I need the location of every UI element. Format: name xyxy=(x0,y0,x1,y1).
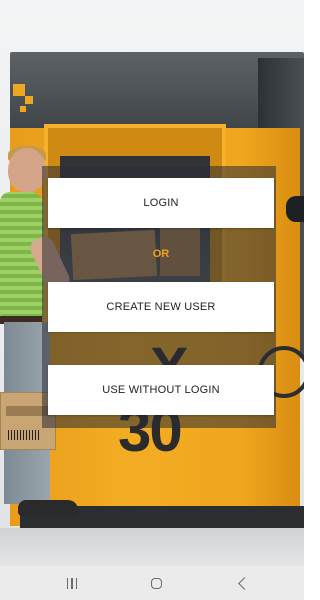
create-new-user-button[interactable]: CREATE NEW USER xyxy=(48,282,274,332)
or-divider-label: OR xyxy=(152,248,170,260)
login-button[interactable]: LOGIN xyxy=(48,178,274,228)
recents-icon xyxy=(66,577,78,589)
home-icon xyxy=(150,577,162,589)
recents-button[interactable] xyxy=(52,572,92,594)
worker-shoe xyxy=(18,500,78,516)
brand-logo-square xyxy=(20,106,26,112)
brand-logo-square xyxy=(25,96,33,104)
control-knob xyxy=(286,196,304,222)
home-button[interactable] xyxy=(136,572,176,594)
brand-logo-square xyxy=(13,84,25,96)
back-icon xyxy=(237,576,251,590)
use-without-login-button[interactable]: USE WITHOUT LOGIN xyxy=(48,365,274,415)
back-button[interactable] xyxy=(222,572,262,594)
barcode-icon xyxy=(8,430,40,440)
worker-head xyxy=(8,148,46,192)
floor xyxy=(0,528,304,566)
android-navigation-bar xyxy=(0,566,304,600)
